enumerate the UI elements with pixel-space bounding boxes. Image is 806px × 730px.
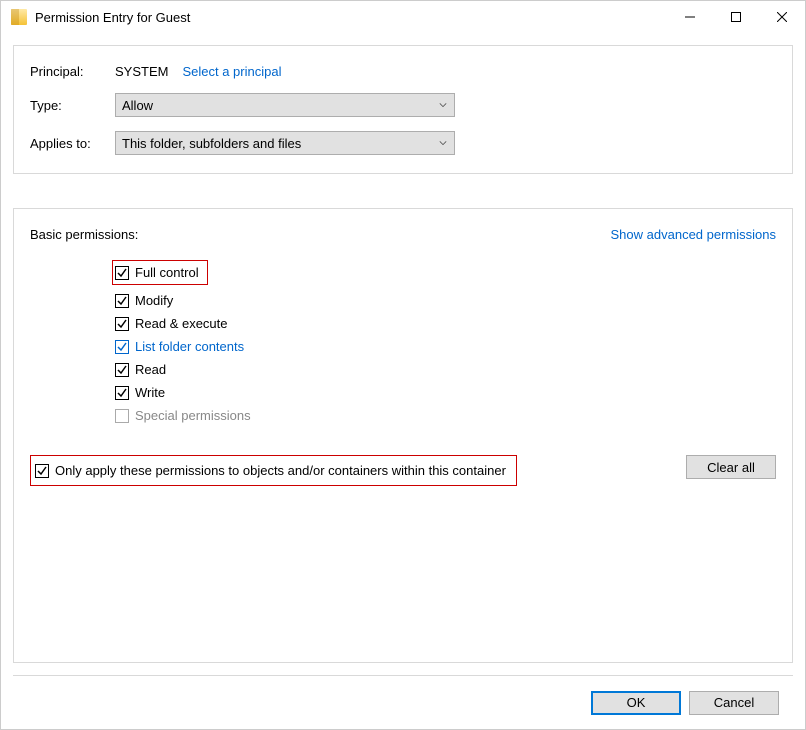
permission-read: Read	[115, 362, 776, 377]
list-folder-label: List folder contents	[135, 339, 244, 354]
ok-button[interactable]: OK	[591, 691, 681, 715]
full-control-label: Full control	[135, 265, 199, 280]
cancel-label: Cancel	[714, 695, 754, 710]
close-button[interactable]	[759, 1, 805, 33]
only-apply-checkbox[interactable]	[35, 464, 49, 478]
read-label: Read	[135, 362, 166, 377]
type-select[interactable]: Allow	[115, 93, 455, 117]
read-checkbox[interactable]	[115, 363, 129, 377]
modify-checkbox[interactable]	[115, 294, 129, 308]
write-checkbox[interactable]	[115, 386, 129, 400]
permission-list-folder: List folder contents	[115, 339, 776, 354]
select-principal-link[interactable]: Select a principal	[182, 64, 281, 79]
type-label: Type:	[30, 98, 115, 113]
principal-label: Principal:	[30, 64, 115, 79]
minimize-button[interactable]	[667, 1, 713, 33]
modify-label: Modify	[135, 293, 173, 308]
maximize-button[interactable]	[713, 1, 759, 33]
permission-full-control: Full control	[112, 260, 208, 285]
titlebar: Permission Entry for Guest	[1, 1, 805, 33]
special-permissions-checkbox	[115, 409, 129, 423]
window-title: Permission Entry for Guest	[35, 10, 667, 25]
permission-read-execute: Read & execute	[115, 316, 776, 331]
dialog-footer: OK Cancel	[13, 675, 793, 729]
principal-panel: Principal: SYSTEM Select a principal Typ…	[13, 45, 793, 174]
clear-all-button[interactable]: Clear all	[686, 455, 776, 479]
applies-to-select[interactable]: This folder, subfolders and files	[115, 131, 455, 155]
only-apply-container: Only apply these permissions to objects …	[30, 455, 517, 486]
folder-icon	[11, 9, 27, 25]
write-label: Write	[135, 385, 165, 400]
applies-to-select-value: This folder, subfolders and files	[122, 136, 438, 151]
permission-modify: Modify	[115, 293, 776, 308]
clear-all-label: Clear all	[707, 460, 755, 475]
content-area: Principal: SYSTEM Select a principal Typ…	[1, 33, 805, 729]
window-controls	[667, 1, 805, 33]
permissions-panel: Basic permissions: Show advanced permiss…	[13, 208, 793, 663]
type-select-value: Allow	[122, 98, 438, 113]
permissions-list: Full control Modify Read & execute List …	[115, 260, 776, 423]
show-advanced-permissions-link[interactable]: Show advanced permissions	[611, 227, 776, 242]
only-apply-label: Only apply these permissions to objects …	[55, 463, 506, 478]
permission-special: Special permissions	[115, 408, 776, 423]
ok-label: OK	[627, 695, 646, 710]
permission-write: Write	[115, 385, 776, 400]
chevron-down-icon	[438, 102, 448, 108]
special-permissions-label: Special permissions	[135, 408, 251, 423]
cancel-button[interactable]: Cancel	[689, 691, 779, 715]
read-execute-label: Read & execute	[135, 316, 228, 331]
full-control-checkbox[interactable]	[115, 266, 129, 280]
basic-permissions-label: Basic permissions:	[30, 227, 138, 242]
chevron-down-icon	[438, 140, 448, 146]
list-folder-checkbox[interactable]	[115, 340, 129, 354]
principal-value: SYSTEM	[115, 64, 168, 79]
read-execute-checkbox[interactable]	[115, 317, 129, 331]
applies-to-label: Applies to:	[30, 136, 115, 151]
permission-entry-dialog: Permission Entry for Guest Principal: SY…	[0, 0, 806, 730]
